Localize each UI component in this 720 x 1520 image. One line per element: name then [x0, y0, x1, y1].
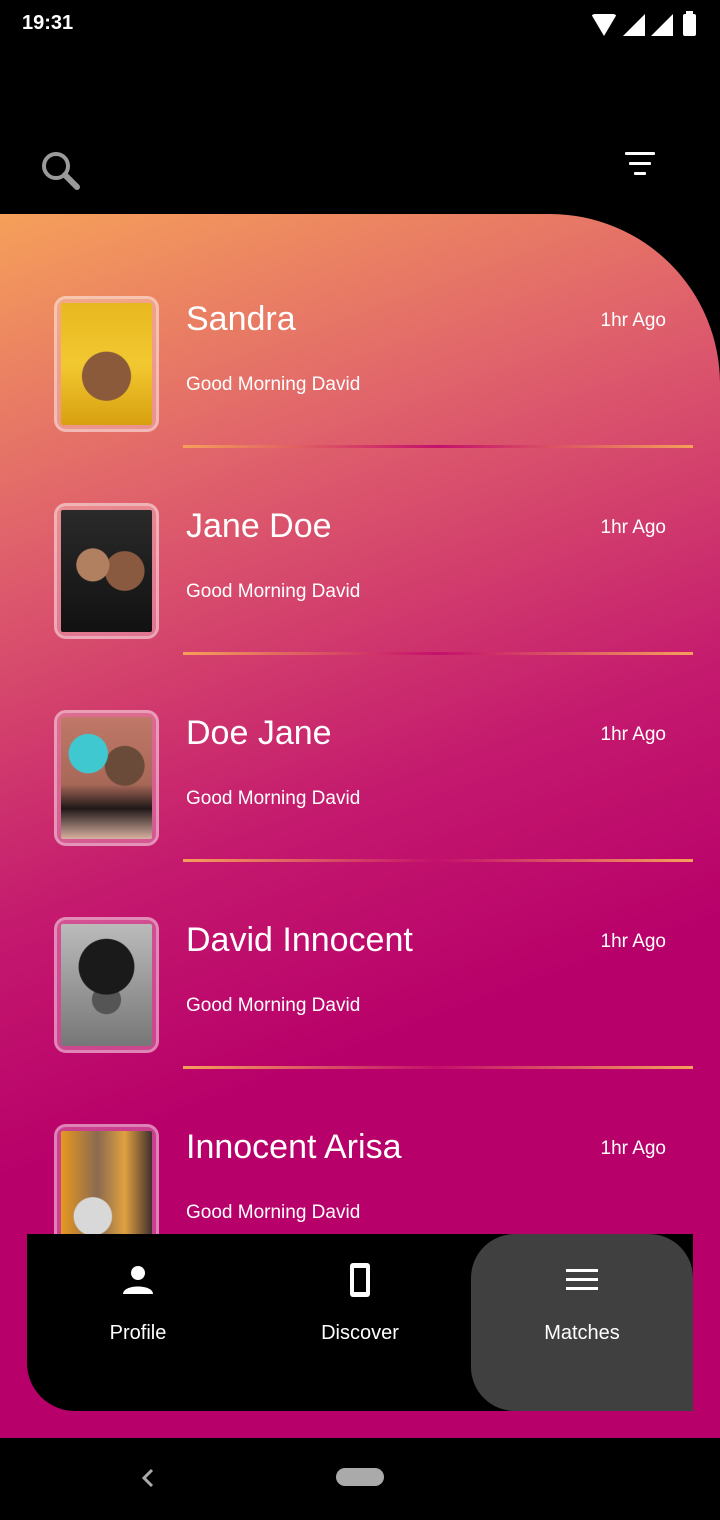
list-item[interactable]: Sandra 1hr Ago Good Morning David — [0, 214, 720, 448]
match-name: Jane Doe — [186, 507, 332, 545]
match-message: Good Morning David — [186, 374, 361, 395]
match-time: 1hr Ago — [600, 517, 667, 538]
match-time: 1hr Ago — [600, 1138, 667, 1159]
search-icon — [42, 152, 80, 190]
status-bar: 19:31 x — [0, 0, 720, 48]
match-time: 1hr Ago — [600, 724, 667, 745]
match-name: David Innocent — [186, 921, 413, 959]
phone-icon — [350, 1263, 370, 1297]
avatar-frame — [54, 917, 159, 1053]
avatar-frame — [54, 710, 159, 846]
nav-matches[interactable]: Matches — [471, 1234, 693, 1411]
avatar — [61, 717, 152, 839]
avatar — [61, 303, 152, 425]
system-nav-bar — [0, 1438, 720, 1520]
battery-icon — [683, 11, 696, 36]
list-item[interactable]: David Innocent 1hr Ago Good Morning Davi… — [0, 835, 720, 1069]
app-screen: 19:31 x Sandra 1hr Ago Good Morning Davi… — [0, 0, 720, 1520]
person-icon — [123, 1266, 153, 1294]
avatar — [61, 924, 152, 1046]
match-message: Good Morning David — [186, 1202, 361, 1223]
signal-icon — [623, 14, 645, 36]
home-pill-button[interactable] — [336, 1468, 384, 1486]
match-message: Good Morning David — [186, 995, 361, 1016]
avatar-frame — [54, 503, 159, 639]
avatar — [61, 510, 152, 632]
nav-profile[interactable]: Profile — [27, 1234, 249, 1411]
signal-no-data-icon: x — [651, 14, 673, 36]
match-time: 1hr Ago — [600, 931, 667, 952]
menu-icon — [566, 1269, 598, 1290]
list-item[interactable]: Jane Doe 1hr Ago Good Morning David — [0, 421, 720, 655]
nav-label: Profile — [109, 1322, 167, 1344]
filter-button[interactable] — [620, 152, 660, 186]
match-time: 1hr Ago — [600, 310, 667, 331]
avatar-frame — [54, 296, 159, 432]
match-message: Good Morning David — [186, 581, 361, 602]
match-message: Good Morning David — [186, 788, 361, 809]
list-item[interactable]: Innocent Arisa 1hr Ago Good Morning Davi… — [0, 1042, 720, 1260]
list-item[interactable]: Doe Jane 1hr Ago Good Morning David — [0, 628, 720, 862]
status-icons: x — [591, 10, 696, 36]
match-name: Sandra — [186, 300, 296, 338]
match-name: Doe Jane — [186, 714, 332, 752]
wifi-icon — [591, 14, 617, 36]
nav-discover[interactable]: Discover — [249, 1234, 471, 1411]
filter-icon — [620, 152, 660, 175]
search-button[interactable] — [40, 150, 82, 192]
status-time: 19:31 — [22, 12, 74, 34]
match-name: Innocent Arisa — [186, 1128, 402, 1166]
nav-label: Discover — [321, 1322, 399, 1344]
bottom-nav: Profile Discover Matches — [27, 1234, 693, 1411]
back-icon[interactable] — [138, 1464, 158, 1492]
nav-label: Matches — [544, 1322, 620, 1344]
